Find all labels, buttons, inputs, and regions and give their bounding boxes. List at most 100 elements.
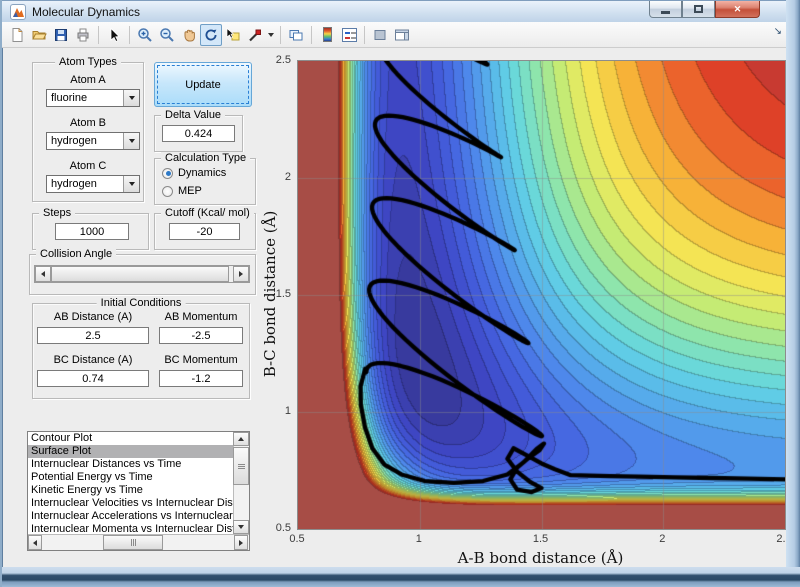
- plot-type-listbox[interactable]: Contour PlotSurface PlotInternuclear Dis…: [27, 431, 250, 551]
- title-bar[interactable]: Molecular Dynamics ✕: [2, 0, 800, 22]
- radio-mep[interactable]: MEP: [162, 185, 202, 197]
- molecular-dynamics-window: Molecular Dynamics ✕: [0, 0, 800, 587]
- link-plot-icon[interactable]: [285, 24, 307, 46]
- radio-dynamics[interactable]: Dynamics: [162, 167, 226, 179]
- atom-c-dropdown[interactable]: hydrogen: [46, 175, 140, 193]
- zoom-in-icon[interactable]: [134, 24, 156, 46]
- bc-distance-label: BC Distance (A): [37, 354, 149, 366]
- chevron-down-icon[interactable]: [123, 176, 139, 192]
- toolbar-separator: [280, 26, 281, 44]
- slider-thumb[interactable]: [51, 266, 229, 282]
- toolbar-separator: [311, 26, 312, 44]
- atom-b-label: Atom B: [32, 117, 144, 129]
- plot-type-item[interactable]: Internuclear Velocities vs Internuclear …: [28, 497, 233, 510]
- plot-type-rows: Contour PlotSurface PlotInternuclear Dis…: [28, 432, 233, 534]
- brush-data-icon[interactable]: [244, 24, 266, 46]
- y-tick-label: 2: [285, 171, 291, 183]
- rotate-3d-icon[interactable]: [200, 24, 222, 46]
- atom-b-dropdown[interactable]: hydrogen: [46, 132, 140, 150]
- atom-types-title: Atom Types: [55, 56, 121, 68]
- dock-figure-icon[interactable]: ↘: [774, 27, 782, 37]
- y-tick-label: 1: [285, 405, 291, 417]
- atom-c-label: Atom C: [32, 160, 144, 172]
- radio-icon: [162, 186, 173, 197]
- plot-type-item[interactable]: Internuclear Distances vs Time: [28, 458, 233, 471]
- ab-distance-field[interactable]: [37, 327, 149, 344]
- delta-value-field[interactable]: [162, 125, 235, 142]
- plot-type-item[interactable]: Surface Plot: [28, 445, 233, 458]
- steps-title: Steps: [39, 207, 75, 219]
- atom-c-value: hydrogen: [51, 178, 97, 190]
- bc-momentum-field[interactable]: [159, 370, 243, 387]
- data-cursor-icon[interactable]: [222, 24, 244, 46]
- collision-angle-title: Collision Angle: [36, 248, 116, 260]
- slider-left-arrow[interactable]: [35, 266, 51, 282]
- insert-colorbar-icon[interactable]: [316, 24, 338, 46]
- toolbar-separator: [364, 26, 365, 44]
- edit-plot-arrow-icon[interactable]: [103, 24, 125, 46]
- bc-momentum-label: BC Momentum: [159, 354, 243, 366]
- atom-a-label: Atom A: [32, 74, 144, 86]
- plot-type-item[interactable]: Internuclear Accelerations vs Internucle…: [28, 510, 233, 523]
- toolbar-separator: [98, 26, 99, 44]
- vscroll-thumb[interactable]: [233, 447, 249, 485]
- chevron-down-icon[interactable]: [123, 90, 139, 106]
- scroll-right-arrow[interactable]: [234, 535, 248, 550]
- plot-type-item[interactable]: Kinetic Energy vs Time: [28, 484, 233, 497]
- update-button[interactable]: Update: [154, 62, 252, 107]
- cutoff-field[interactable]: [169, 223, 240, 240]
- hide-plot-tools-icon[interactable]: [369, 24, 391, 46]
- maximize-icon: [694, 5, 703, 13]
- insert-legend-icon[interactable]: [338, 24, 360, 46]
- atom-b-value: hydrogen: [51, 135, 97, 147]
- y-tick-label: 0.5: [276, 522, 291, 534]
- collision-angle-slider[interactable]: [34, 265, 250, 283]
- scroll-up-arrow[interactable]: [233, 432, 249, 446]
- print-figure-icon[interactable]: [72, 24, 94, 46]
- chevron-down-icon[interactable]: [123, 133, 139, 149]
- close-icon: ✕: [734, 4, 742, 15]
- steps-field[interactable]: [55, 223, 129, 240]
- hscroll-thumb[interactable]: [103, 535, 163, 550]
- plot-type-item[interactable]: Internuclear Momenta vs Internuclear Dis…: [28, 523, 233, 534]
- atom-a-value: fluorine: [51, 92, 87, 104]
- slider-right-arrow[interactable]: [233, 266, 249, 282]
- figure-toolbar: [2, 22, 800, 48]
- zoom-out-icon[interactable]: [156, 24, 178, 46]
- new-figure-icon[interactable]: [6, 24, 28, 46]
- cutoff-title: Cutoff (Kcal/ mol): [161, 207, 254, 219]
- horizontal-scrollbar[interactable]: [28, 534, 249, 550]
- minimize-button[interactable]: [649, 1, 682, 18]
- atom-a-dropdown[interactable]: fluorine: [46, 89, 140, 107]
- window-title: Molecular Dynamics: [32, 5, 140, 19]
- pan-hand-icon[interactable]: [178, 24, 200, 46]
- ab-momentum-field[interactable]: [159, 327, 243, 344]
- calculation-type-title: Calculation Type: [161, 152, 250, 164]
- contour-canvas[interactable]: [297, 60, 786, 530]
- save-figure-icon[interactable]: [50, 24, 72, 46]
- matlab-app-icon: [10, 4, 26, 20]
- minimize-icon: [661, 11, 670, 14]
- x-axis-label: A-B bond distance (Å): [297, 549, 784, 567]
- y-tick-label: 1.5: [276, 288, 291, 300]
- brush-dropdown-caret-icon[interactable]: [266, 24, 276, 46]
- radio-icon: [162, 168, 173, 179]
- show-plot-tools-icon[interactable]: [391, 24, 413, 46]
- calculation-type-panel: Calculation Type: [154, 158, 256, 205]
- x-tick-label: 1.5: [533, 533, 548, 545]
- initial-conditions-title: Initial Conditions: [97, 297, 186, 309]
- scroll-down-arrow[interactable]: [233, 520, 249, 534]
- ab-distance-label: AB Distance (A): [37, 311, 149, 323]
- plot-type-item[interactable]: Potential Energy vs Time: [28, 471, 233, 484]
- open-file-icon[interactable]: [28, 24, 50, 46]
- vertical-scrollbar[interactable]: [233, 432, 249, 534]
- plot-type-item[interactable]: Contour Plot: [28, 432, 233, 445]
- pes-plot-axes: A-B bond distance (Å) B-C bond distance …: [297, 60, 784, 528]
- close-button[interactable]: ✕: [715, 1, 760, 18]
- ab-momentum-label: AB Momentum: [159, 311, 243, 323]
- maximize-button[interactable]: [682, 1, 715, 18]
- radio-mep-label: MEP: [178, 185, 202, 197]
- bc-distance-field[interactable]: [37, 370, 149, 387]
- y-tick-label: 2.5: [276, 54, 291, 66]
- scroll-left-arrow[interactable]: [28, 535, 42, 550]
